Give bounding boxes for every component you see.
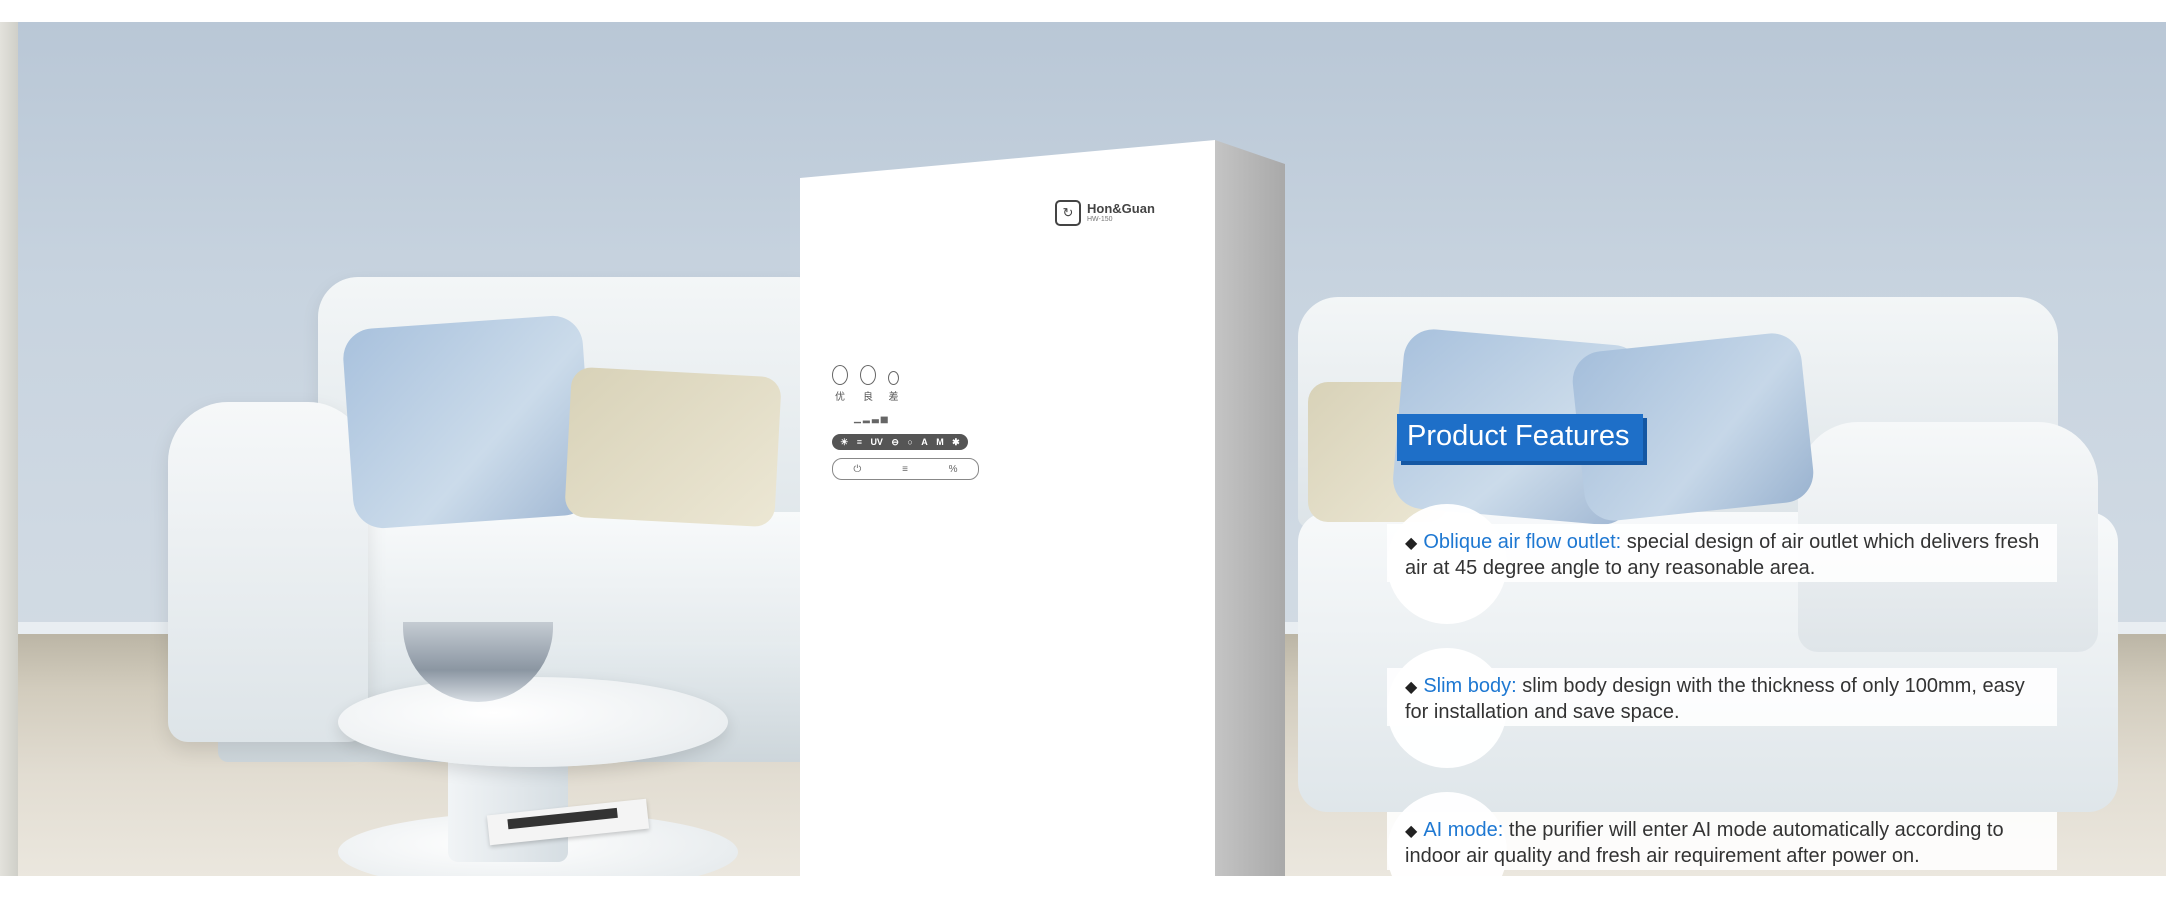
diamond-bullet-icon: ◆ — [1405, 823, 1418, 840]
brand-logo: ↻ Hon&Guan HW-150 — [1055, 200, 1155, 226]
status-indicator-strip: ☀ ≡ UV ⊖ ○ A M ✱ — [832, 434, 968, 450]
coffee-table-top — [338, 677, 728, 767]
feature-text: ◆ Oblique air flow outlet: special design… — [1405, 530, 2045, 580]
device-front-panel — [800, 140, 1215, 876]
device-side-panel — [1215, 140, 1285, 876]
feature-lead: Slim body: — [1423, 675, 1517, 697]
feature-text: ◆ Slim body: slim body design with the th… — [1405, 674, 2045, 724]
status-symbol: UV — [870, 437, 883, 447]
status-symbol: ☀ — [840, 436, 849, 447]
left-edge-strip — [0, 22, 18, 876]
indicator-label: 良 — [863, 392, 873, 403]
sofa-left-arm — [168, 402, 368, 742]
diamond-bullet-icon: ◆ — [1405, 679, 1418, 696]
status-symbol: A — [921, 437, 928, 447]
diamond-bullet-icon: ◆ — [1405, 535, 1418, 552]
speed-button-icon: % — [948, 463, 958, 475]
power-button-icon: ⏻ — [853, 463, 862, 475]
indicator-good: 良 — [860, 365, 876, 403]
status-symbol: ○ — [907, 437, 913, 447]
mode-button-icon: ≡ — [902, 463, 908, 475]
blue-pillow — [341, 313, 595, 531]
brand-name: Hon&Guan HW-150 — [1087, 201, 1155, 224]
brand-name-text: Hon&Guan — [1087, 201, 1155, 216]
product-features-title: Product Features — [1397, 414, 1644, 461]
brand-mark-icon: ↻ — [1055, 200, 1081, 226]
brand-model-text: HW-150 — [1087, 216, 1113, 224]
control-panel: 优 良 差 ▁▂▃▅ ☀ ≡ UV ⊖ ○ A M ✱ ⏻ ≡ % — [832, 365, 982, 480]
status-symbol: ⊖ — [891, 436, 899, 447]
feature-lead: Oblique air flow outlet: — [1423, 531, 1622, 553]
air-quality-indicators: 优 良 差 — [832, 365, 982, 403]
indicator-ring-icon — [832, 365, 848, 385]
beige-pillow — [564, 366, 782, 528]
touch-button-strip: ⏻ ≡ % — [832, 458, 979, 480]
indicator-ring-icon — [888, 371, 899, 385]
status-symbol: ≡ — [856, 437, 862, 447]
feature-text: ◆ AI mode: the purifier will enter AI mod… — [1405, 818, 2045, 868]
fan-level-icon: ▁▂▃▅ — [854, 413, 890, 423]
indicator-label: 差 — [888, 392, 899, 403]
status-symbol: ✱ — [952, 436, 960, 447]
indicator-label: 优 — [835, 392, 845, 403]
indicator-excellent: 优 — [832, 365, 848, 403]
status-symbol: M — [936, 437, 944, 447]
feature-lead: AI mode: — [1423, 819, 1504, 841]
air-purifier-product: ↻ Hon&Guan HW-150 优 良 差 ▁▂▃▅ ☀ ≡ UV ⊖ ○ … — [800, 140, 1285, 876]
indicator-ring-icon — [860, 365, 876, 385]
indicator-poor: 差 — [888, 371, 899, 403]
